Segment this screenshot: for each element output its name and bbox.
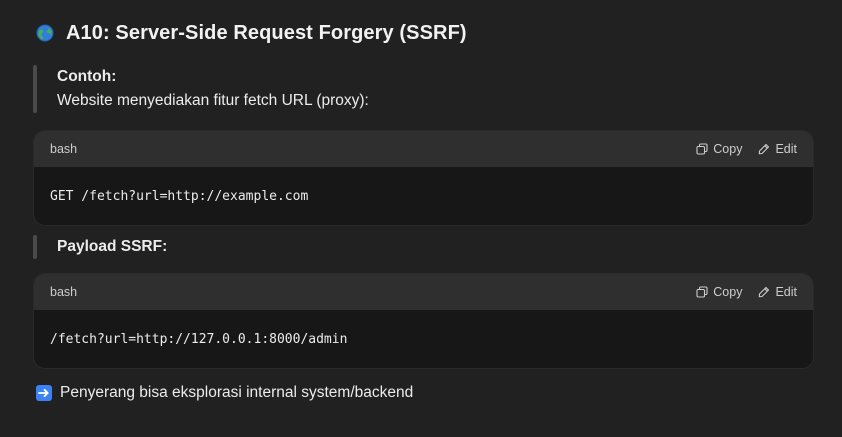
section-heading: A10: Server-Side Request Forgery (SSRF) [36,19,814,47]
code-block-header: bash Copy Edit [34,131,813,167]
edit-button[interactable]: Edit [758,285,797,299]
edit-button-label: Edit [775,285,797,299]
copy-button[interactable]: Copy [696,142,742,156]
code-actions: Copy Edit [696,142,797,156]
conclusion-line: Penyerang bisa eksplorasi internal syste… [36,381,814,405]
code-content: GET /fetch?url=http://example.com [50,188,309,204]
copy-button-label: Copy [713,285,743,299]
example-body: Website menyediakan fitur fetch URL (pro… [57,92,369,109]
globe-icon [36,24,54,42]
code-block-payload: bash Copy Edit /fetch?url=http://127.0.0… [33,273,814,369]
example-title: Contoh: [57,68,117,85]
example-blockquote: Contoh: Website menyediakan fitur fetch … [33,65,814,113]
payload-title: Payload SSRF: [57,238,168,255]
copy-button-label: Copy [713,142,743,156]
edit-button-label: Edit [775,142,797,156]
code-language-label: bash [50,142,78,156]
chat-message: A10: Server-Side Request Forgery (SSRF) … [0,0,842,437]
code-language-label: bash [50,285,78,299]
pencil-icon [759,286,770,298]
edit-button[interactable]: Edit [758,142,797,156]
copy-button[interactable]: Copy [696,285,742,299]
payload-blockquote: Payload SSRF: [33,235,814,259]
code-actions: Copy Edit [696,285,797,299]
code-block-request: bash Copy Edit GET /fetch?url=http://exa… [33,130,814,226]
page-title: A10: Server-Side Request Forgery (SSRF) [66,21,467,44]
copy-icon [696,286,708,298]
copy-icon [696,143,708,155]
code-content: /fetch?url=http://127.0.0.1:8000/admin [50,331,348,347]
right-arrow-icon [36,385,52,401]
conclusion-text: Penyerang bisa eksplorasi internal syste… [60,384,414,401]
code-block-header: bash Copy Edit [34,274,813,310]
pencil-icon [759,143,770,155]
